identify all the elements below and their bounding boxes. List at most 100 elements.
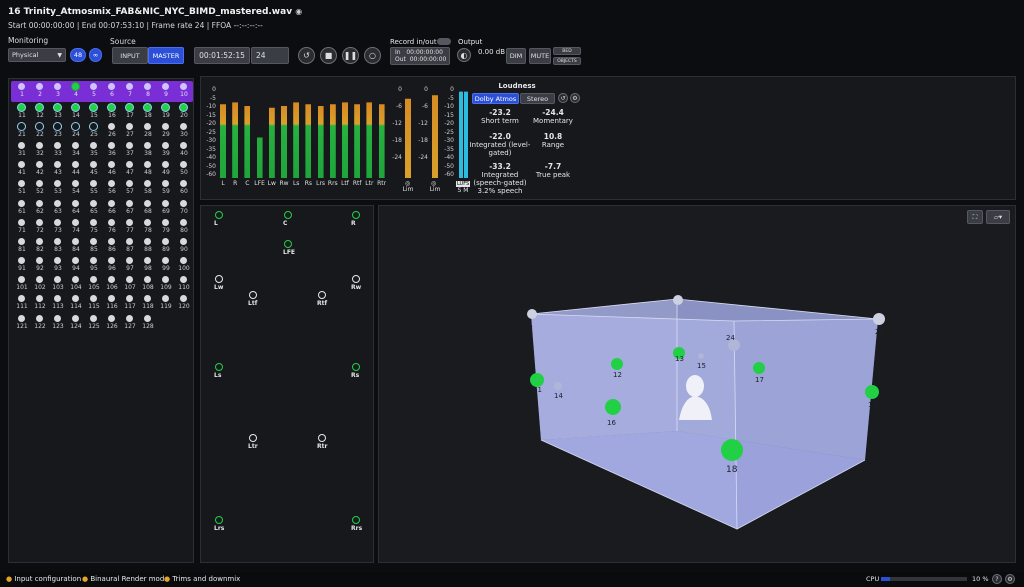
eye-icon[interactable]: ◉ [295,7,302,16]
channel-74[interactable]: 74 [67,219,85,234]
channel-57[interactable]: 57 [121,180,139,195]
speaker-ls[interactable] [215,363,223,371]
room-object-22[interactable] [527,309,537,319]
speaker-lrs[interactable] [215,516,223,524]
stop-icon[interactable]: ■ [320,47,337,64]
channel-77[interactable]: 77 [121,219,139,234]
channel-26[interactable]: 26 [103,123,121,138]
channel-65[interactable]: 65 [85,200,103,215]
channel-14[interactable]: 14 [67,103,85,119]
channel-107[interactable]: 107 [121,276,139,291]
channel-89[interactable]: 89 [157,238,175,253]
channel-128[interactable]: 128 [139,315,157,330]
channel-53[interactable]: 53 [49,180,67,195]
channel-110[interactable]: 110 [175,276,193,291]
channel-17[interactable]: 17 [121,103,139,119]
link-icon[interactable]: ∞ [89,48,102,62]
channel-2[interactable]: 2 [31,83,49,98]
channel-95[interactable]: 95 [85,257,103,272]
channel-12[interactable]: 12 [31,103,49,119]
mute-button[interactable]: MUTE [529,48,551,64]
channel-13[interactable]: 13 [49,103,67,119]
channel-63[interactable]: 63 [49,200,67,215]
channel-82[interactable]: 82 [31,238,49,253]
channel-113[interactable]: 113 [49,295,67,310]
room-3d-view[interactable]: 22 23 25 24 15 13 12 17 11 14 16 19 18 [379,206,1017,564]
channel-25[interactable]: 25 [85,122,103,138]
channel-28[interactable]: 28 [139,123,157,138]
channel-4[interactable]: 4 [67,83,85,98]
channel-15[interactable]: 15 [85,103,103,119]
reset-icon[interactable]: ↺ [558,93,568,103]
channel-39[interactable]: 39 [157,142,175,157]
record-toggle[interactable] [437,38,451,45]
tab-dolby-atmos[interactable]: Dolby Atmos [472,93,519,104]
channel-58[interactable]: 58 [139,180,157,195]
record-icon[interactable]: ○ [364,47,381,64]
channel-93[interactable]: 93 [49,257,67,272]
channel-8[interactable]: 8 [139,83,157,98]
channel-109[interactable]: 109 [157,276,175,291]
room-object-11[interactable] [530,373,544,387]
channel-37[interactable]: 37 [121,142,139,157]
speaker-ltr[interactable] [249,434,257,442]
channel-38[interactable]: 38 [139,142,157,157]
help-icon[interactable]: ? [992,574,1002,584]
speaker-rtf[interactable] [318,291,326,299]
channel-108[interactable]: 108 [139,276,157,291]
channel-52[interactable]: 52 [31,180,49,195]
room-object-15[interactable] [698,353,704,359]
channel-30[interactable]: 30 [175,123,193,138]
channel-126[interactable]: 126 [103,315,121,330]
channel-27[interactable]: 27 [121,123,139,138]
channel-84[interactable]: 84 [67,238,85,253]
speaker-lw[interactable] [215,275,223,283]
channel-45[interactable]: 45 [85,161,103,176]
channel-76[interactable]: 76 [103,219,121,234]
channel-79[interactable]: 79 [157,219,175,234]
channel-88[interactable]: 88 [139,238,157,253]
speaker-rw[interactable] [352,275,360,283]
channel-124[interactable]: 124 [67,315,85,330]
channel-121[interactable]: 121 [13,315,31,330]
settings-gear-icon[interactable]: ⚙ [1005,574,1015,584]
channel-34[interactable]: 34 [67,142,85,157]
channel-67[interactable]: 67 [121,200,139,215]
input-button[interactable]: INPUT [112,47,148,64]
channel-51[interactable]: 51 [13,180,31,195]
channel-40[interactable]: 40 [175,142,193,157]
channel-3[interactable]: 3 [49,83,67,98]
channel-78[interactable]: 78 [139,219,157,234]
channel-61[interactable]: 61 [13,200,31,215]
channel-55[interactable]: 55 [85,180,103,195]
objects-button[interactable]: OBJECTS [553,57,581,65]
channel-127[interactable]: 127 [121,315,139,330]
channel-96[interactable]: 96 [103,257,121,272]
speaker-c[interactable] [284,211,292,219]
room-object-25[interactable] [873,313,885,325]
channel-122[interactable]: 122 [31,315,49,330]
channel-80[interactable]: 80 [175,219,193,234]
channel-6[interactable]: 6 [103,83,121,98]
channel-35[interactable]: 35 [85,142,103,157]
speaker-ltf[interactable] [249,291,257,299]
channel-32[interactable]: 32 [31,142,49,157]
channel-54[interactable]: 54 [67,180,85,195]
speaker-rs[interactable] [352,363,360,371]
channel-101[interactable]: 101 [13,276,31,291]
channel-36[interactable]: 36 [103,142,121,157]
channel-42[interactable]: 42 [31,161,49,176]
room-object-14[interactable] [554,382,562,390]
channel-125[interactable]: 125 [85,315,103,330]
speaker-lfe[interactable] [284,240,292,248]
channel-60[interactable]: 60 [175,180,193,195]
channel-50[interactable]: 50 [175,161,193,176]
channel-119[interactable]: 119 [157,295,175,310]
channel-117[interactable]: 117 [121,295,139,310]
channel-83[interactable]: 83 [49,238,67,253]
channel-106[interactable]: 106 [103,276,121,291]
channel-64[interactable]: 64 [67,200,85,215]
channel-111[interactable]: 111 [13,295,31,310]
channel-90[interactable]: 90 [175,238,193,253]
room-object-19[interactable] [865,385,879,399]
